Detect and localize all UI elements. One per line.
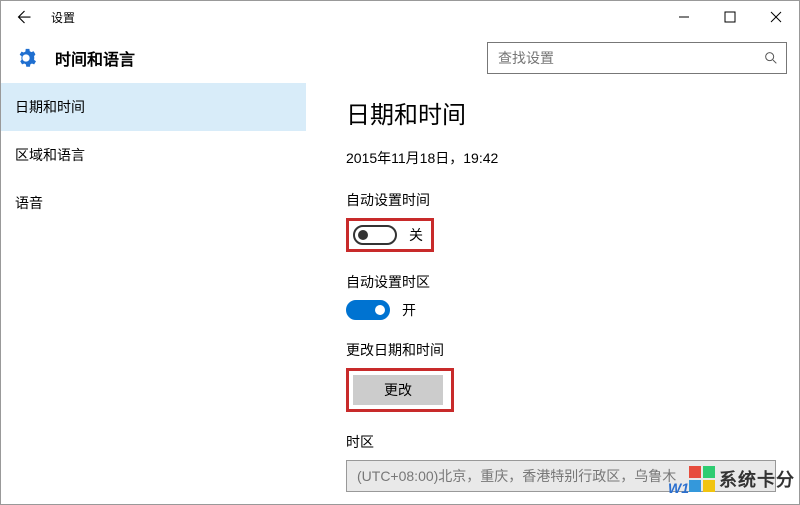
search-icon [756, 50, 786, 66]
header-row: 时间和语言 [1, 33, 799, 83]
auto-tz-toggle[interactable] [346, 300, 390, 320]
auto-time-toggle[interactable] [353, 225, 397, 245]
settings-window: 设置 时间和语言 日 [0, 0, 800, 505]
close-icon [770, 11, 782, 23]
timezone-value: (UTC+08:00)北京，重庆，香港特别行政区，乌鲁木 [357, 466, 676, 486]
sidebar: 日期和时间 区域和语言 语音 [1, 83, 306, 504]
current-datetime: 2015年11月18日，19:42 [346, 148, 799, 168]
auto-time-block: 自动设置时间 关 [346, 190, 799, 252]
titlebar: 设置 [1, 1, 799, 33]
change-button[interactable]: 更改 [353, 375, 443, 405]
gear-icon [15, 47, 37, 69]
toggle-knob [375, 305, 385, 315]
auto-tz-block: 自动设置时区 开 [346, 272, 799, 320]
page-title: 日期和时间 [346, 95, 799, 130]
body: 日期和时间 区域和语言 语音 日期和时间 2015年11月18日，19:42 自… [1, 83, 799, 504]
sidebar-item-speech[interactable]: 语音 [1, 179, 306, 227]
ms-flag-icon [689, 466, 715, 492]
auto-tz-state: 开 [402, 300, 416, 320]
sidebar-item-date-time[interactable]: 日期和时间 [1, 83, 306, 131]
watermark-text: 系统卡分 [719, 466, 795, 492]
auto-time-label: 自动设置时间 [346, 190, 799, 210]
minimize-button[interactable] [661, 1, 707, 33]
content: 日期和时间 2015年11月18日，19:42 自动设置时间 关 自动设置时区 … [306, 83, 799, 504]
arrow-left-icon [14, 8, 32, 26]
titlebar-left: 设置 [13, 7, 75, 27]
close-button[interactable] [753, 1, 799, 33]
watermark-sub: W1 [668, 480, 689, 496]
sidebar-item-label: 区域和语言 [15, 145, 85, 165]
search-box[interactable] [487, 42, 787, 74]
auto-time-state: 关 [409, 225, 423, 245]
timezone-label: 时区 [346, 432, 799, 452]
toggle-knob [358, 230, 368, 240]
maximize-button[interactable] [707, 1, 753, 33]
change-dt-block: 更改日期和时间 更改 [346, 340, 799, 412]
window-title: 设置 [51, 9, 75, 26]
highlight-auto-time: 关 [346, 218, 434, 252]
change-dt-label: 更改日期和时间 [346, 340, 799, 360]
maximize-icon [724, 11, 736, 23]
sidebar-item-label: 日期和时间 [15, 97, 85, 117]
section-title: 时间和语言 [55, 46, 135, 70]
watermark-logo: 系统卡分 [689, 466, 795, 492]
sidebar-item-label: 语音 [15, 193, 43, 213]
auto-tz-label: 自动设置时区 [346, 272, 799, 292]
sidebar-item-region-language[interactable]: 区域和语言 [1, 131, 306, 179]
auto-time-toggle-row: 关 [353, 225, 423, 245]
back-button[interactable] [13, 7, 33, 27]
minimize-icon [678, 11, 690, 23]
highlight-change-button: 更改 [346, 368, 454, 412]
window-controls [661, 1, 799, 33]
auto-tz-toggle-row: 开 [346, 300, 799, 320]
search-input[interactable] [488, 50, 756, 66]
